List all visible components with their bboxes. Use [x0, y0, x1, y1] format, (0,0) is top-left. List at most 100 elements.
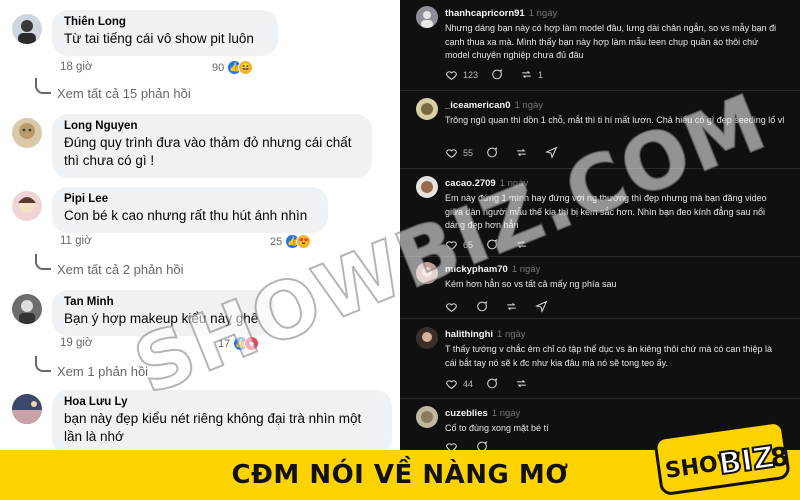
avatar[interactable] [416, 98, 438, 120]
post-age: 1 ngày [497, 329, 526, 340]
reply-button[interactable] [490, 68, 508, 81]
view-replies-label: Xem tất cả 15 phản hồi [57, 86, 191, 101]
comment-author[interactable]: Long Nguyen [64, 120, 360, 132]
comment-author[interactable]: Tan Minh [64, 296, 262, 308]
heart-icon [446, 443, 457, 450]
thread-actions: 44 [445, 377, 545, 390]
logo-suffix-text: 8 [769, 442, 791, 474]
love-icon: ♥ [244, 336, 260, 351]
like-button[interactable]: 123 [445, 68, 478, 81]
repost-icon [517, 148, 526, 157]
view-replies-link[interactable]: Xem tất cả 2 phản hồi [35, 254, 184, 277]
avatar[interactable] [12, 14, 42, 44]
comment-bubble: Thiên Long Từ tai tiếng cái vô show pit … [52, 10, 278, 56]
spark-icon [755, 408, 783, 420]
post-age: 1 ngày [499, 178, 529, 189]
comment-author[interactable]: Thiên Long [64, 16, 266, 28]
thread-actions [445, 300, 565, 313]
comment-bubble: Hoa Lưu Ly bạn này đẹp kiểu nét riêng kh… [52, 390, 392, 450]
showbiz-logo: SHOW BIZ 8 [654, 408, 791, 495]
reply-thread-icon [35, 254, 51, 270]
repost-button[interactable] [515, 238, 533, 251]
like-button[interactable]: 55 [445, 146, 473, 159]
like-button[interactable]: 65 [445, 238, 473, 251]
reaction-summary[interactable]: 90 👍 😆 [212, 60, 254, 75]
comment-icon [477, 441, 488, 450]
view-replies-link[interactable]: Xem 1 phản hồi [35, 356, 148, 379]
thread-username[interactable]: thanhcapricorn91 1 ngày [445, 8, 557, 19]
reply-button[interactable] [485, 146, 503, 159]
heart-icon [446, 241, 457, 250]
comment-icon [487, 239, 498, 250]
like-button[interactable]: 44 [445, 377, 473, 390]
repost-button[interactable] [515, 146, 533, 159]
comment-bubble: Pipi Lee Con bé k cao nhưng rất thu hút … [52, 187, 328, 233]
comment-text: bạn này đẹp kiểu nét riêng không đại trà… [64, 411, 362, 444]
username-label: _iceamerican0 [445, 100, 511, 111]
username-label: mickypham70 [445, 264, 508, 275]
reply-button[interactable] [475, 300, 493, 313]
comment-text: Bạn ý hợp makeup kiểu này ghê [64, 311, 259, 326]
avatar[interactable] [416, 262, 438, 284]
comment-icon [487, 147, 498, 158]
repost-icon [517, 240, 526, 249]
post-age: 1 ngày [528, 8, 558, 19]
username-label: cacao.2709 [445, 178, 496, 189]
view-replies-link[interactable]: Xem tất cả 15 phản hồi [35, 78, 191, 101]
repost-button[interactable] [515, 377, 533, 390]
divider [400, 398, 800, 399]
comment-author[interactable]: Pipi Lee [64, 193, 316, 205]
thread-username[interactable]: halithinghi 1 ngày [445, 329, 526, 340]
repost-button[interactable]: 1 [520, 68, 543, 81]
thread-actions: 65 [445, 238, 545, 251]
thread-text: Kém hơn hẳn so vs tất cả mấy ng phía sau [445, 279, 617, 289]
comment-icon [487, 378, 498, 389]
avatar[interactable] [416, 327, 438, 349]
thread-username[interactable]: mickypham70 1 ngày [445, 264, 540, 275]
heart-icon [446, 380, 457, 389]
divider [400, 168, 800, 169]
avatar[interactable] [12, 191, 42, 221]
avatar[interactable] [12, 118, 42, 148]
reaction-summary[interactable]: 17 👍 ♥ [218, 336, 260, 351]
reaction-count: 90 [212, 61, 225, 74]
heart-icon [446, 71, 457, 80]
avatar[interactable] [12, 294, 42, 324]
reply-thread-icon [35, 78, 51, 94]
thread-username[interactable]: _iceamerican0 1 ngày [445, 100, 543, 111]
like-button[interactable] [445, 440, 463, 450]
avatar[interactable] [12, 394, 42, 424]
comment-text: Đúng quy trình đưa vào thảm đỏ nhưng cái… [64, 135, 352, 168]
view-replies-label: Xem tất cả 2 phản hồi [57, 262, 184, 277]
comment-text: Con bé k cao nhưng rất thu hút ánh nhìn [64, 208, 308, 223]
avatar[interactable] [416, 6, 438, 28]
avatar[interactable] [416, 176, 438, 198]
share-button[interactable] [535, 300, 553, 313]
thread-username[interactable]: cacao.2709 1 ngày [445, 178, 528, 189]
username-label: cuzeblies [445, 408, 488, 419]
comment-icon [492, 69, 503, 80]
reaction-count: 25 [270, 235, 283, 248]
thread-username[interactable]: cuzeblies 1 ngày [445, 408, 520, 419]
post-age: 1 ngày [514, 100, 544, 111]
comment-time: 11 giờ [60, 235, 92, 247]
reply-button[interactable] [475, 440, 493, 450]
reply-button[interactable] [485, 377, 503, 390]
comment-author[interactable]: Hoa Lưu Ly [64, 396, 380, 408]
like-count: 44 [463, 378, 474, 389]
like-button[interactable] [445, 300, 463, 313]
like-count: 123 [463, 69, 479, 80]
divider [400, 90, 800, 91]
reply-thread-icon [35, 356, 51, 372]
threads-comments-panel: thanhcapricorn91 1 ngày Nhưng dáng bạn nà… [400, 0, 800, 450]
avatar[interactable] [416, 406, 438, 428]
like-count: 55 [463, 147, 474, 158]
post-age: 1 ngày [491, 408, 521, 419]
reaction-summary[interactable]: 25 👍 😍 [270, 234, 312, 249]
share-button[interactable] [545, 146, 563, 159]
reply-button[interactable] [485, 238, 503, 251]
comment-bubble: Tan Minh Bạn ý hợp makeup kiểu này ghê [52, 290, 274, 336]
post-age: 1 ngày [511, 264, 541, 275]
repost-button[interactable] [505, 300, 523, 313]
reaction-count: 17 [218, 337, 231, 350]
